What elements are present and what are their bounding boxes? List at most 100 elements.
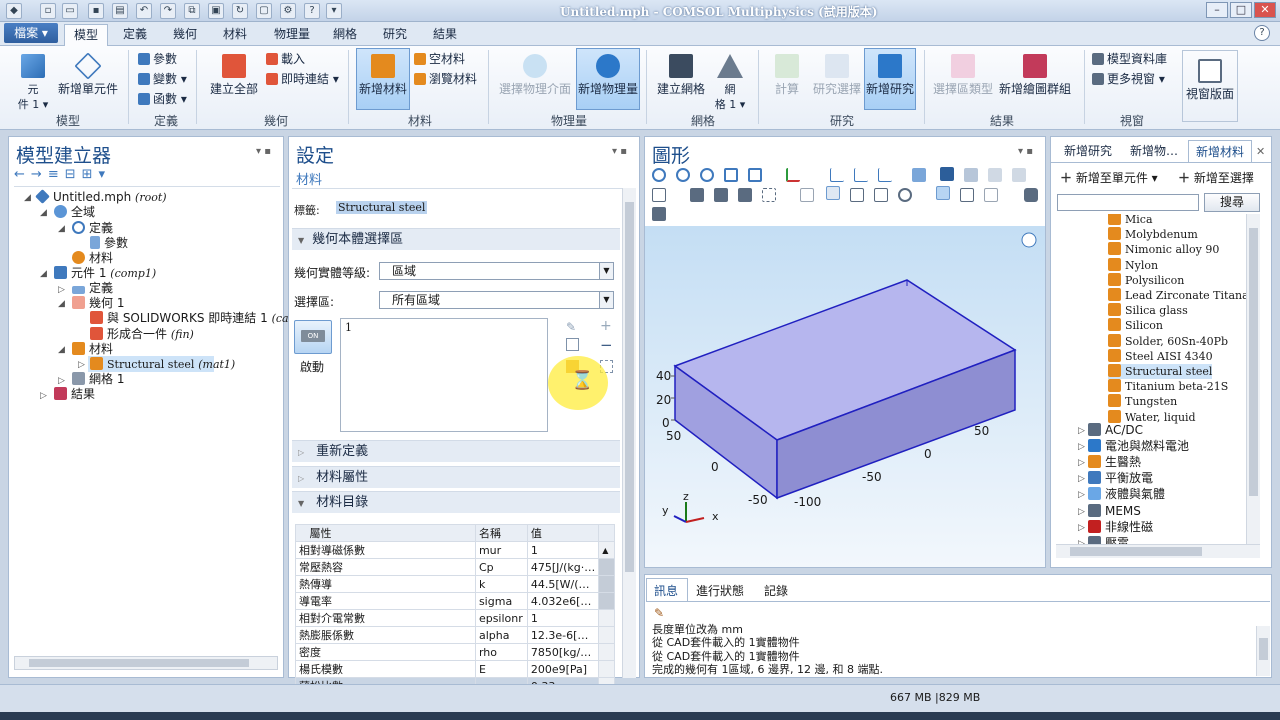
tree-toggle-icon[interactable]: ▷ xyxy=(1078,490,1085,500)
collapse-icon[interactable]: ⊟ xyxy=(65,167,82,182)
material-list-item[interactable]: Steel AISI 4340 xyxy=(1108,348,1213,364)
material-list-item[interactable]: Mica xyxy=(1108,214,1153,227)
print-icon[interactable] xyxy=(652,207,666,221)
show-icon[interactable]: ≡ xyxy=(48,167,65,182)
tab-log[interactable]: 記錄 xyxy=(764,582,788,600)
tree-toggle-icon[interactable]: ▷ xyxy=(1078,442,1085,452)
add-to-component-button[interactable]: ＋ 新增至單元件 ▾ xyxy=(1060,169,1158,186)
tree-toggle-icon[interactable]: ◢ xyxy=(58,224,65,234)
tree-toggle-icon[interactable]: ▷ xyxy=(1078,474,1085,484)
select-plot-type-button[interactable]: 選擇區類型 xyxy=(930,54,996,96)
material-category-item[interactable]: 生醫熱 xyxy=(1088,455,1141,470)
import-button[interactable]: 載入 xyxy=(266,52,305,66)
build-all-button[interactable]: 建立全部 xyxy=(206,54,262,96)
tree-toggle-icon[interactable]: ▷ xyxy=(58,376,65,386)
tree-toggle-icon[interactable]: ▷ xyxy=(58,285,65,295)
add-study-button[interactable]: 新增研究 xyxy=(864,48,916,110)
tab-geometry[interactable]: 幾何 xyxy=(164,24,206,46)
build-mesh-button[interactable]: 建立網格 xyxy=(654,54,708,96)
tree-item-global[interactable]: 全域 xyxy=(54,205,95,220)
view-zx-icon[interactable] xyxy=(878,168,892,182)
axis-orientation-icon[interactable] xyxy=(786,168,800,182)
tab-definitions[interactable]: 定義 xyxy=(114,24,156,46)
reset-view-icon[interactable] xyxy=(898,188,912,202)
selection-list-icon[interactable] xyxy=(874,188,888,202)
tab-progress[interactable]: 進行狀態 xyxy=(696,582,744,600)
table-row[interactable]: 導電率 sigma 4.032e6[… xyxy=(295,592,615,610)
view-xy-icon[interactable] xyxy=(830,168,844,182)
blank-material-button[interactable]: 空材料 xyxy=(414,52,465,66)
zoom-out-icon[interactable] xyxy=(676,168,690,182)
tree-item-component[interactable]: 元件 1 (comp1) xyxy=(54,266,156,281)
customize-quick-access-icon[interactable]: ▾ xyxy=(326,3,342,19)
component-button[interactable]: 元 件 1 ▾ xyxy=(8,54,58,112)
material-category-item[interactable]: 電池與燃料電池 xyxy=(1088,439,1189,454)
select-points-icon[interactable] xyxy=(762,188,776,202)
tree-item-mesh[interactable]: 網格 1 xyxy=(72,372,124,387)
study-select-button[interactable]: 研究選擇 xyxy=(810,54,864,96)
remove-icon[interactable]: − xyxy=(600,336,613,354)
help-icon[interactable]: ? xyxy=(1254,25,1270,41)
activate-toggle[interactable]: ON xyxy=(294,320,332,354)
table-header[interactable]: 值 xyxy=(526,524,600,542)
add-physics-button[interactable]: 新增物理量 xyxy=(576,48,640,110)
scene-light-icon[interactable] xyxy=(964,168,978,182)
view-yz-icon[interactable] xyxy=(854,168,868,182)
zoom-extents-icon[interactable] xyxy=(748,168,762,182)
render-mode-icon[interactable] xyxy=(940,167,954,181)
zoom-box-icon[interactable] xyxy=(700,168,714,182)
tree-toggle-icon[interactable]: ▷ xyxy=(78,360,85,370)
tree-toggle-icon[interactable]: ◢ xyxy=(40,208,47,218)
table-row[interactable]: 楊氏模數 E 200e9[Pa] xyxy=(295,660,615,678)
settings-icon[interactable]: ⚙ xyxy=(280,3,296,19)
settings-vscrollbar[interactable] xyxy=(622,188,636,678)
copy-selection-icon[interactable] xyxy=(566,338,579,351)
select-boundaries-icon[interactable] xyxy=(738,188,752,202)
tab-add-physics[interactable]: 新增物… xyxy=(1124,140,1184,162)
section-material-properties[interactable]: ▷ 材料屬性 xyxy=(292,466,620,488)
close-tab-icon[interactable]: ✕ xyxy=(1256,145,1265,158)
tab-physics[interactable]: 物理量 xyxy=(266,24,318,46)
tree-toggle-icon[interactable]: ▷ xyxy=(1078,507,1085,517)
tree-item-results[interactable]: 結果 xyxy=(54,387,95,402)
tree-item-livelink[interactable]: 與 SOLIDWORKS 即時連結 1 (ca xyxy=(90,311,289,326)
tree-toggle-icon[interactable]: ▷ xyxy=(1078,426,1085,436)
parameters-button[interactable]: 參數 xyxy=(138,52,177,66)
transparency-icon[interactable] xyxy=(988,168,1002,182)
zoom-selected-icon[interactable] xyxy=(724,168,738,182)
print-icon[interactable]: ▤ xyxy=(112,3,128,19)
hide-icon[interactable] xyxy=(800,188,814,202)
tree-toggle-icon[interactable]: ◢ xyxy=(58,345,65,355)
add-plot-group-button[interactable]: 新增繪圖群組 xyxy=(996,54,1074,96)
copy-icon[interactable]: ⧉ xyxy=(184,3,200,19)
tree-item-structural-steel[interactable]: Structural steel (mat1) xyxy=(90,357,235,372)
tree-item-global-definitions[interactable]: 定義 xyxy=(72,221,113,236)
paste-icon[interactable]: ▣ xyxy=(208,3,224,19)
open-folder-icon[interactable]: ▭ xyxy=(62,3,78,19)
material-category-item[interactable]: 平衡放電 xyxy=(1088,471,1153,486)
comsol-logo-icon[interactable]: ◆ xyxy=(6,3,22,19)
tab-model[interactable]: 模型 xyxy=(64,24,108,46)
tree-item-form-union[interactable]: 形成合一件 (fin) xyxy=(90,327,194,342)
tree-toggle-icon[interactable]: ◢ xyxy=(24,193,31,203)
tree-item-parameters[interactable]: 參數 xyxy=(90,236,128,251)
tree-toggle-icon[interactable]: ◢ xyxy=(58,299,65,309)
material-list-item[interactable]: Titanium beta-21S xyxy=(1108,379,1228,394)
file-menu-button[interactable]: 檔案 ▾ xyxy=(4,23,58,43)
tree-item-definitions[interactable]: 定義 xyxy=(72,281,113,296)
material-search-input[interactable] xyxy=(1057,194,1199,211)
add-material-button[interactable]: 新增材料 xyxy=(356,48,410,110)
table-row[interactable]: 相對導磁係數 mur 1 ▲ xyxy=(295,541,615,559)
material-category-item[interactable]: 非線性磁 xyxy=(1088,519,1153,535)
tab-add-study[interactable]: 新增研究 xyxy=(1054,140,1122,162)
functions-button[interactable]: 函數 ▾ xyxy=(138,92,187,106)
table-row[interactable]: 相對介電常數 epsilonr 1 xyxy=(295,609,615,627)
tree-item-geometry[interactable]: 幾何 1 xyxy=(72,296,124,311)
select-physics-button[interactable]: 選擇物理介面 xyxy=(496,54,574,96)
material-list-item[interactable]: Silicon xyxy=(1108,318,1163,333)
paste-selection-icon[interactable]: ✎ xyxy=(566,320,576,334)
material-list-item[interactable]: Tungsten xyxy=(1108,394,1177,409)
transparency-toggle-icon[interactable] xyxy=(960,188,974,202)
tree-item-root[interactable]: Untitled.mph (root) xyxy=(35,189,167,205)
livelink-button[interactable]: 即時連結 ▾ xyxy=(266,72,339,86)
